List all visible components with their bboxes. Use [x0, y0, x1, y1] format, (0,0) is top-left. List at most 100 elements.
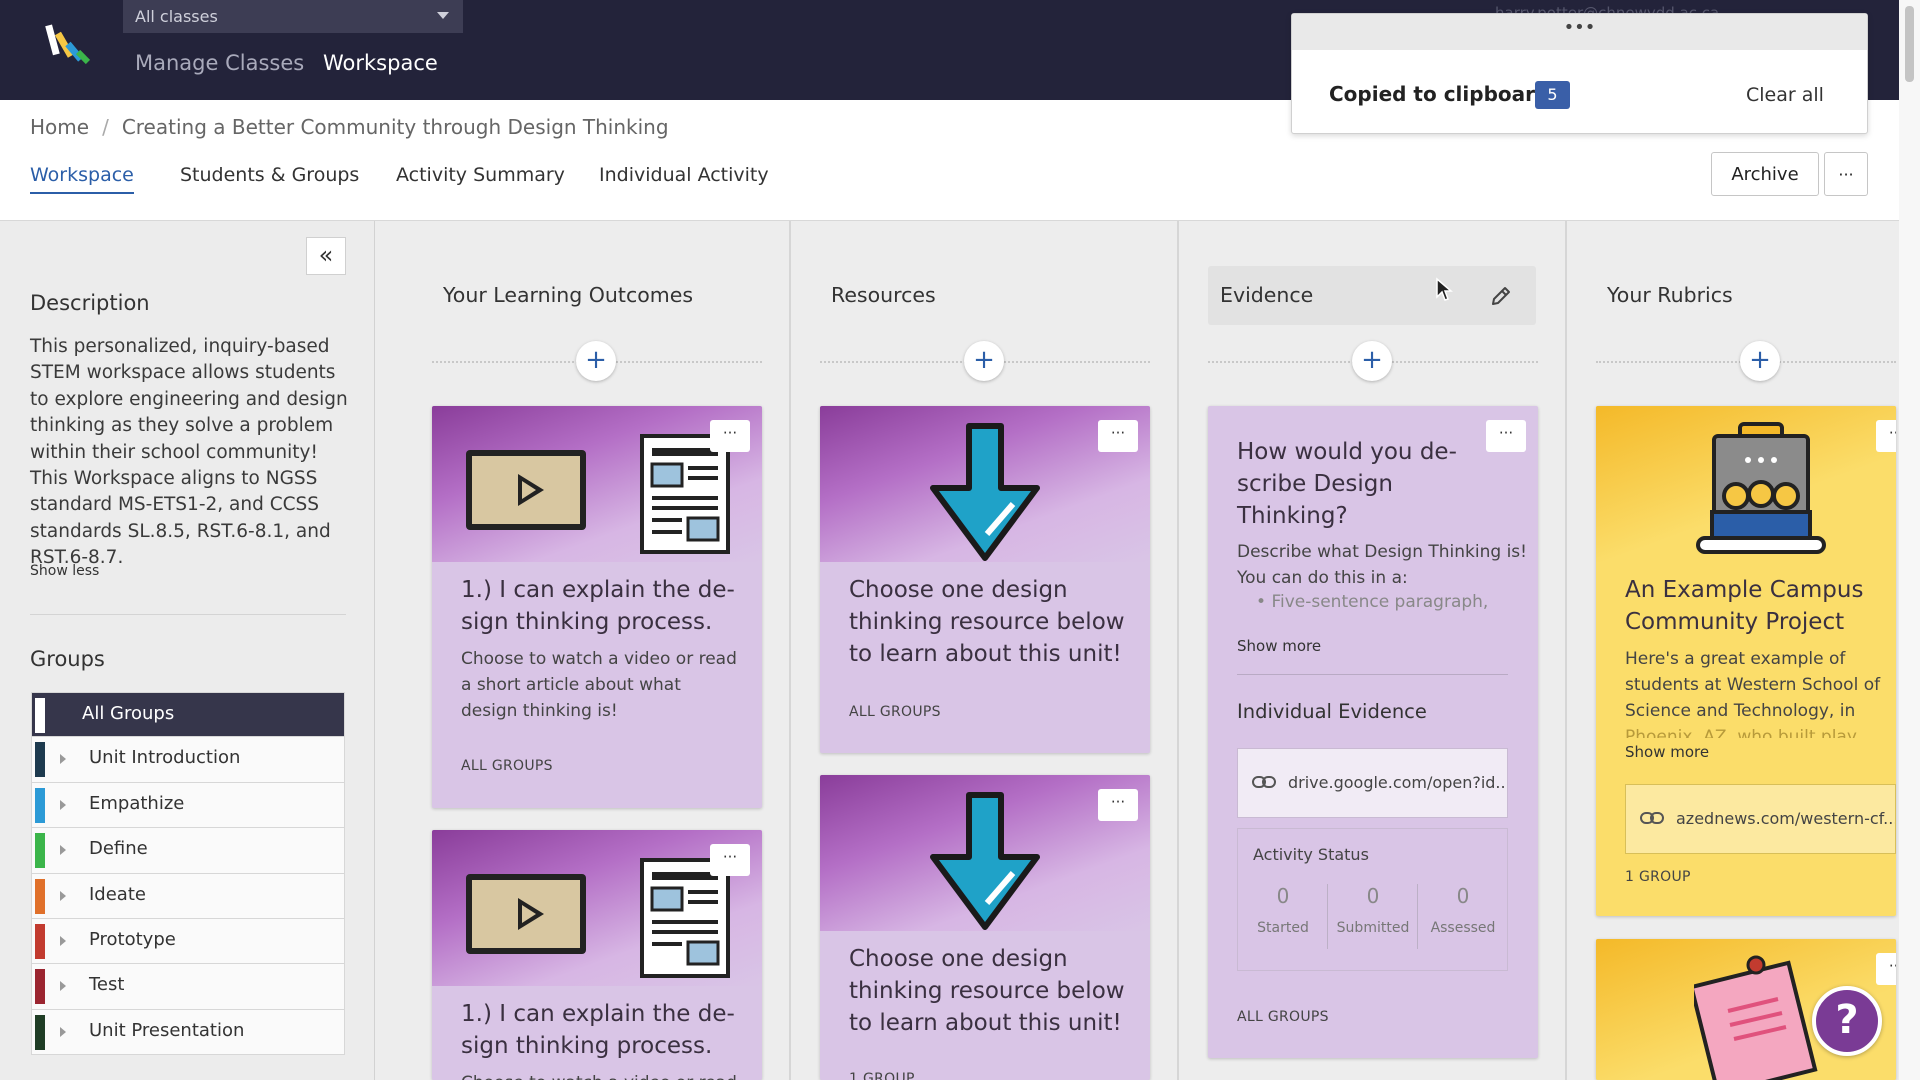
group-color-swatch [35, 969, 45, 1005]
add-outcome-button[interactable]: + [576, 341, 616, 381]
show-more-link[interactable]: Show more [1237, 637, 1321, 655]
individual-evidence-heading: Individual Evidence [1237, 700, 1427, 723]
evidence-card[interactable]: ··· How would you de-scribe Design Think… [1208, 406, 1538, 1058]
group-item-prototype[interactable]: Prototype [31, 918, 345, 965]
card-menu-button[interactable]: ··· [1876, 953, 1896, 985]
download-arrow-icon [930, 423, 1040, 561]
card-body: Choose to watch a video or read [461, 1070, 741, 1080]
card-bullet: • Five-sentence paragraph, [1256, 592, 1489, 612]
expand-arrow-icon[interactable] [60, 935, 66, 946]
group-list: All Groups Unit Introduction Empathize D… [31, 692, 345, 1056]
expand-arrow-icon[interactable] [60, 845, 66, 856]
breadcrumb-separator: / [102, 115, 109, 139]
card-menu-button[interactable]: ··· [710, 420, 750, 452]
column-divider [789, 221, 791, 1080]
card-title: 1.) I can explain the de-sign thinking p… [461, 1001, 735, 1059]
card-menu-button[interactable]: ··· [710, 844, 750, 876]
group-item-define[interactable]: Define [31, 828, 345, 874]
evidence-title-bar[interactable]: Evidence [1208, 266, 1536, 325]
evidence-link[interactable]: drive.google.com/open?id... [1237, 748, 1508, 818]
nav-manage-classes[interactable]: Manage Classes [135, 51, 304, 75]
stat-label: Started [1257, 920, 1309, 936]
help-icon: ? [1835, 997, 1859, 1043]
group-item-all-groups[interactable]: All Groups [31, 692, 345, 738]
show-less-link[interactable]: Show less [30, 563, 99, 579]
group-label: Define [89, 838, 148, 860]
group-color-swatch [35, 878, 45, 914]
card-menu-button[interactable]: ··· [1098, 420, 1138, 452]
outcome-card[interactable]: ··· 1.) I can explain the de-sign thinki… [432, 406, 762, 808]
sticky-note-icon [1694, 955, 1818, 1080]
column-title-rubrics: Your Rubrics [1607, 283, 1733, 307]
resource-card[interactable]: ··· Choose one design thinking resource … [820, 775, 1150, 1080]
group-item-empathize[interactable]: Empathize [31, 782, 345, 829]
expand-arrow-icon[interactable] [60, 799, 66, 810]
double-chevron-left-icon: « [318, 241, 334, 269]
column-title-resources: Resources [831, 283, 936, 307]
activity-status-box: Activity Status 0 Started 0 Submitted 0 … [1237, 828, 1508, 971]
more-actions-button[interactable]: ··· [1824, 152, 1868, 196]
tab-students-groups[interactable]: Students & Groups [180, 164, 359, 192]
breadcrumb-current: Creating a Better Community through Desi… [121, 115, 669, 139]
article-icon [640, 434, 730, 554]
rubric-link-text: azednews.com/western-cf... [1676, 809, 1896, 828]
scrollbar-thumb[interactable] [1905, 6, 1914, 82]
nav-workspace[interactable]: Workspace [323, 51, 438, 75]
download-arrow-icon [930, 792, 1040, 930]
column-divider [1565, 221, 1567, 1080]
group-item-test[interactable]: Test [31, 964, 345, 1010]
expand-arrow-icon[interactable] [60, 890, 66, 901]
breadcrumb: Home / Creating a Better Community through… [30, 115, 669, 139]
plus-icon: + [973, 345, 995, 375]
rubric-card[interactable]: ··· An Example Campus Community Project … [1596, 406, 1896, 916]
expand-arrow-icon[interactable] [60, 754, 66, 765]
card-menu-button[interactable]: ··· [1876, 420, 1896, 452]
logo-icon[interactable] [44, 20, 94, 70]
video-play-icon [466, 450, 586, 530]
stat-label: Submitted [1336, 920, 1410, 936]
resource-card[interactable]: ··· Choose one design thinking resource … [820, 406, 1150, 753]
group-item-unit-presentation[interactable]: Unit Presentation [31, 1009, 345, 1056]
card-group-label: 1 GROUP [849, 1071, 915, 1080]
description-heading: Description [30, 291, 150, 315]
stat-submitted: 0 Submitted [1328, 884, 1418, 936]
clipboard-drag-handle[interactable]: ••• [1292, 14, 1867, 50]
breadcrumb-home[interactable]: Home [30, 115, 89, 139]
stat-value: 0 [1366, 884, 1380, 908]
add-evidence-button[interactable]: + [1352, 341, 1392, 381]
clear-all-button[interactable]: Clear all [1746, 84, 1824, 106]
card-title: How would you de-scribe Design Thinking? [1237, 439, 1457, 529]
group-item-unit-introduction[interactable]: Unit Introduction [31, 737, 345, 783]
card-title: Choose one design thinking resource belo… [849, 577, 1125, 667]
group-label: Ideate [89, 883, 146, 905]
page-scrollbar[interactable] [1899, 0, 1920, 1080]
add-rubric-button[interactable]: + [1740, 341, 1780, 381]
rubric-link[interactable]: azednews.com/western-cf... [1625, 784, 1896, 854]
group-color-swatch [35, 698, 45, 733]
group-color-swatch [35, 787, 45, 823]
archive-button[interactable]: Archive [1711, 152, 1819, 196]
tab-individual-activity[interactable]: Individual Activity [599, 164, 769, 192]
collapse-sidebar-button[interactable]: « [306, 237, 346, 275]
clipboard-count-badge: 5 [1535, 81, 1570, 109]
card-menu-button[interactable]: ··· [1098, 789, 1138, 821]
card-group-label: ALL GROUPS [461, 758, 553, 774]
group-item-ideate[interactable]: Ideate [31, 873, 345, 919]
card-menu-button[interactable]: ··· [1486, 420, 1526, 452]
expand-arrow-icon[interactable] [60, 1026, 66, 1037]
card-body: Describe what Design Thinking is! You ca… [1237, 542, 1527, 588]
show-more-link[interactable]: Show more [1625, 743, 1709, 761]
tab-workspace[interactable]: Workspace [30, 164, 134, 194]
card-body: Here's a great example of students at We… [1625, 649, 1881, 721]
pencil-icon[interactable] [1489, 284, 1513, 308]
expand-arrow-icon[interactable] [60, 981, 66, 992]
caret-down-icon [437, 12, 449, 19]
outcome-card[interactable]: ··· 1.) I can explain the de-sign thinki… [432, 830, 762, 1080]
bullet-text: Five-sentence paragraph, [1271, 592, 1489, 612]
mouse-cursor-icon [1436, 277, 1453, 301]
tab-activity-summary[interactable]: Activity Summary [396, 164, 565, 192]
help-button[interactable]: ? [1812, 986, 1882, 1056]
add-resource-button[interactable]: + [964, 341, 1004, 381]
class-select[interactable]: All classes [123, 0, 463, 33]
description-text: This personalized, inquiry-based STEM wo… [30, 336, 348, 569]
